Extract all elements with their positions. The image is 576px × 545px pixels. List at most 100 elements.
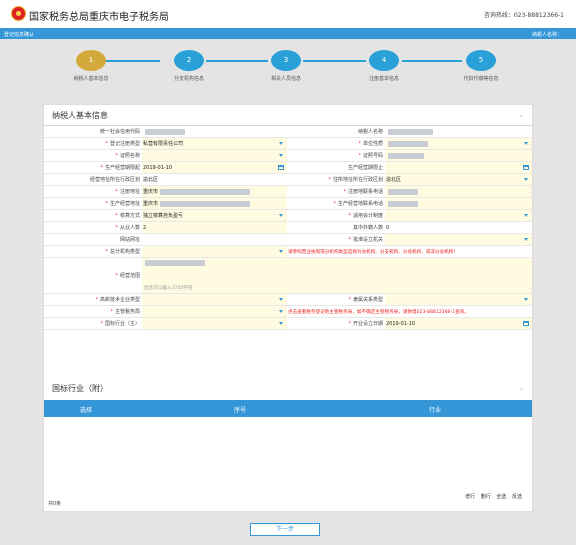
invert-select-link[interactable]: 反选 <box>512 494 522 500</box>
approval-org-select[interactable] <box>385 234 532 245</box>
step-number: 4 <box>369 50 399 71</box>
label-text: 隶属关系类型 <box>352 297 383 303</box>
label-text: 总分机构类型 <box>109 249 140 255</box>
step-number: 5 <box>466 50 496 71</box>
field-label: * 注册地址 <box>115 188 140 196</box>
region-type-select[interactable] <box>385 294 532 305</box>
top-header: 国家税务总局重庆市电子税务局 咨询热线：023-88812366-1 <box>0 0 576 28</box>
select-all-link[interactable]: 全选 <box>496 494 506 500</box>
calendar-icon[interactable] <box>278 164 284 170</box>
form-row: * 主管税务局 点击查看税务登记地主管税务局，如不确定主管税务局，请致电023-8… <box>44 306 532 318</box>
industry-select[interactable] <box>142 318 287 329</box>
foreign-input[interactable]: 0 <box>385 222 532 233</box>
step-2[interactable]: 2 分支机构信息 <box>149 50 229 82</box>
form-row: * 生产经营地址 重庆市 * 生产经营地联系电话 <box>44 198 532 210</box>
dropdown-arrow-icon <box>524 177 528 181</box>
field-label: * 经营范围 <box>115 272 140 280</box>
dropdown-arrow-icon <box>524 141 528 145</box>
delete-row-link[interactable]: 删行 <box>481 494 491 500</box>
column-header: 序号 <box>234 407 247 414</box>
redacted-value <box>145 128 185 135</box>
start-date-input[interactable]: 2019-01-10 <box>142 162 287 173</box>
res-district-select[interactable]: 渝北区 <box>385 174 532 185</box>
form-row: 网站网址 * 批准设立机关 <box>44 234 532 246</box>
redacted-value <box>388 140 428 147</box>
dropdown-arrow-icon <box>279 309 283 313</box>
step-1[interactable]: 1 纳税人基本信息 <box>51 50 131 82</box>
chevron-down-icon[interactable]: ⌄ <box>519 112 524 119</box>
unit-nature-select[interactable] <box>385 138 532 149</box>
open-date-input[interactable]: 2019-01-10 <box>385 318 532 329</box>
calendar-icon[interactable] <box>523 164 529 170</box>
branch-type-select[interactable] <box>142 246 287 257</box>
label-text: 国标行业（主） <box>104 321 140 327</box>
label-text: 适用会计制度 <box>352 213 383 219</box>
branch-type-note: 请参照营业执照或分机构类型选择为总机构、分支机构、分总机构，或非分总机构！ <box>287 246 532 257</box>
reg-type-select[interactable]: 私营有限责任公司 <box>142 138 287 149</box>
add-row-link[interactable]: 增行 <box>465 494 475 500</box>
step-3[interactable]: 3 相关人员信息 <box>246 50 326 82</box>
step-progress: 1 纳税人基本信息 2 分支机构信息 3 相关人员信息 4 注册基本信息 5 代… <box>0 50 576 95</box>
form-row: * 证照名称 * 证照号码 <box>44 150 532 162</box>
calendar-icon[interactable] <box>523 320 529 326</box>
uscc-field <box>142 126 287 137</box>
accounting-select[interactable]: 独立核算自负盈亏 <box>142 210 287 221</box>
label-text: 证照号码 <box>362 153 383 159</box>
label-text: 经营范围 <box>119 273 140 279</box>
tax-office-note[interactable]: 点击查看税务登记地主管税务局，如不确定主管税务局，请致电023-88812366… <box>287 306 532 317</box>
reg-address-input[interactable]: 重庆市 <box>142 186 287 197</box>
id-number-input[interactable] <box>385 150 532 161</box>
label-text: 批准设立机关 <box>352 237 383 243</box>
step-5[interactable]: 5 代扣代缴等信息 <box>441 50 521 82</box>
step-label: 相关人员信息 <box>270 76 301 82</box>
label-text: 高新技术企业类型 <box>99 297 140 303</box>
dropdown-arrow-icon <box>279 321 283 325</box>
site-title: 国家税务总局重庆市电子税务局 <box>29 12 169 23</box>
label-text: 单位性质 <box>362 141 383 147</box>
label-text: 生产经营地址 <box>109 201 140 207</box>
form-row: 经营地址所在行政区划 渝北区 * 住所地址所在行政区划 渝北区 <box>44 174 532 186</box>
acc-system-select[interactable] <box>385 210 532 221</box>
field-label: * 总分机构类型 <box>105 248 140 256</box>
next-button[interactable]: 下一步 <box>250 523 320 536</box>
label-text: 纳税人名称 <box>357 129 383 135</box>
nav-breadcrumb: 登记信息确认 <box>4 32 35 38</box>
field-label: 统一社会信用代码 <box>44 126 142 137</box>
tax-office-select[interactable] <box>142 306 287 317</box>
label-text: 其中外籍人数 <box>352 225 383 231</box>
value-text: 私营有限责任公司 <box>143 141 184 147</box>
district-field: 渝北区 <box>142 174 287 185</box>
field-label: * 单位性质 <box>358 140 383 148</box>
end-date-input[interactable] <box>385 162 532 173</box>
form-row: * 生产经营期限起 2019-01-10 生产经营期限止 <box>44 162 532 174</box>
biz-address-input[interactable]: 重庆市 <box>142 198 287 209</box>
tech-type-select[interactable] <box>142 294 287 305</box>
form-row: * 总分机构类型 请参照营业执照或分机构类型选择为总机构、分支机构、分总机构，或非… <box>44 246 532 258</box>
label-text: 住所地址所在行政区划 <box>332 177 383 183</box>
value-text: 渝北区 <box>143 177 159 183</box>
website-input[interactable] <box>142 234 287 245</box>
id-type-select[interactable] <box>142 150 287 161</box>
main-panel: 纳税人基本信息 ⌄ 统一社会信用代码 纳税人名称 * 登记注册类型 私营有限责任公… <box>43 104 533 512</box>
field-label: * 证照号码 <box>358 152 383 160</box>
dropdown-arrow-icon <box>524 213 528 217</box>
field-label: 其中外籍人数 <box>287 222 385 233</box>
hotline: 咨询热线：023-88812366-1 <box>483 12 564 19</box>
label-text: 注册地联系电话 <box>347 189 383 195</box>
employees-input[interactable]: 2 <box>142 222 287 233</box>
form-row: * 注册地址 重庆市 * 注册地联系电话 <box>44 186 532 198</box>
scope-textarea[interactable]: 您还可以输入3750字符 <box>142 258 532 293</box>
step-4[interactable]: 4 注册基本信息 <box>344 50 424 82</box>
label-text: 生产经营地联系电话 <box>337 201 383 207</box>
biz-phone-input[interactable] <box>385 198 532 209</box>
chevron-down-icon[interactable]: ⌄ <box>519 385 524 392</box>
value-text: 独立核算自负盈亏 <box>143 213 184 219</box>
step-number: 3 <box>271 50 301 71</box>
redacted-value <box>388 188 418 195</box>
redacted-value <box>160 188 251 195</box>
column-header: 行业 <box>429 407 442 414</box>
value-text: 重庆市 <box>143 189 159 195</box>
reg-phone-input[interactable] <box>385 186 532 197</box>
label-text: 核算方式 <box>119 213 140 219</box>
dropdown-arrow-icon <box>524 297 528 301</box>
